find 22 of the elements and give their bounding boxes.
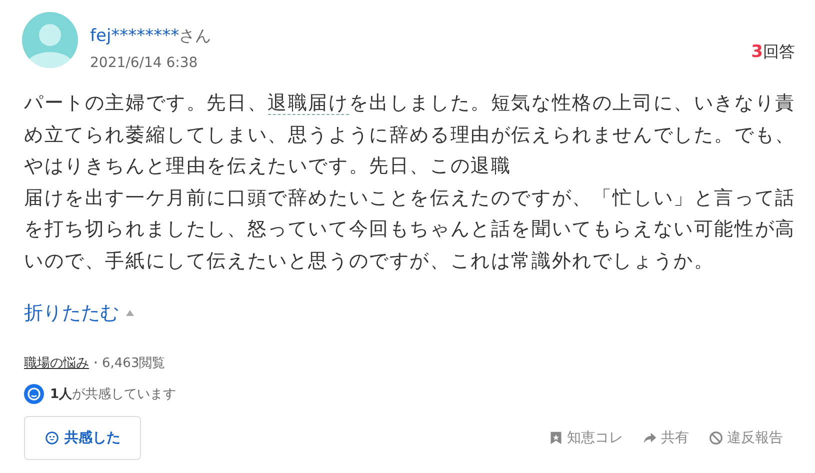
keyword-link[interactable]: 退職届け — [268, 92, 349, 115]
username-link[interactable]: fej******** — [90, 26, 180, 46]
bookmark-icon — [549, 430, 563, 445]
prohibited-icon — [709, 430, 723, 445]
honorific: さん — [179, 26, 212, 45]
post-date: 2021/6/14 6:38 — [90, 55, 199, 71]
empathy-button[interactable]: 共感した — [24, 416, 141, 460]
share-icon — [643, 430, 657, 445]
bookmark-link[interactable]: 知恵コレ — [549, 428, 623, 447]
view-count: ・6,463閲覧 — [89, 356, 166, 371]
answer-label: 回答 — [763, 42, 795, 61]
collapse-link[interactable]: 折りたたむ — [24, 300, 119, 326]
smile-icon — [24, 384, 44, 404]
question-text: 届けを出す一ケ月前に口頭で辞めたいことを伝えたのですが、「忙しい」と言って話を打ち切られましたし、怒っていて今回もちゃんと話を聞いてもらえない可能性が高いので、手紙にして伝えたいと思うのですが、これは常識外れでしょうか。 — [24, 186, 796, 274]
question-text: パートの主婦です。先日、退職届け を出しました。短気な性格の上司に、いきなり責め立てられ萎縮してしまい、思うように辞める理由が伝えられませんでした。でも、やはりきちんと理由を伝えたいです。先日、この退職 — [24, 91, 796, 180]
report-link[interactable]: 違反報告 — [709, 428, 783, 447]
empathy-count: 1人 — [50, 386, 72, 403]
smile-icon — [44, 430, 58, 445]
share-link[interactable]: 共有 — [643, 428, 689, 447]
answer-count: 3 — [751, 42, 763, 62]
category-link[interactable]: 職場の悩み — [24, 356, 89, 371]
empathy-text: が共感しています — [72, 386, 176, 403]
